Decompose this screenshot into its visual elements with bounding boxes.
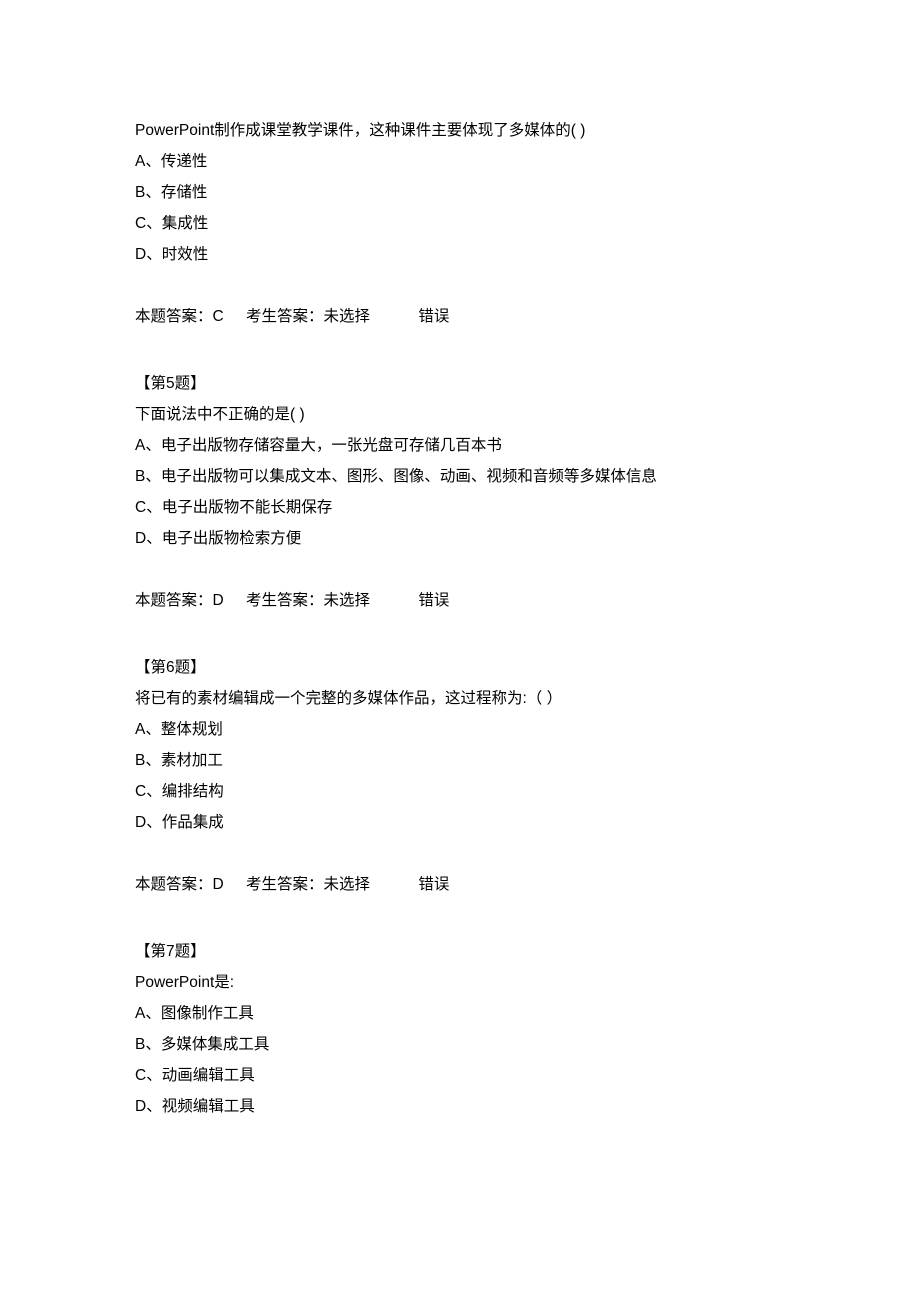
question-header: 【第5题】 (135, 368, 785, 399)
option-a: A、图像制作工具 (135, 998, 785, 1029)
correct-answer: 本题答案：D (135, 585, 224, 616)
option-d: D、视频编辑工具 (135, 1091, 785, 1122)
correct-answer: 本题答案：C (135, 301, 224, 332)
question-5: 【第5题】 下面说法中不正确的是( ) A、电子出版物存储容量大，一张光盘可存储… (135, 368, 785, 616)
option-c: C、编排结构 (135, 776, 785, 807)
option-c: C、动画编辑工具 (135, 1060, 785, 1091)
option-c: C、电子出版物不能长期保存 (135, 492, 785, 523)
question-stem: PowerPoint制作成课堂教学课件，这种课件主要体现了多媒体的( ) (135, 115, 785, 146)
question-7: 【第7题】 PowerPoint是: A、图像制作工具 B、多媒体集成工具 C、… (135, 936, 785, 1122)
question-stem: 下面说法中不正确的是( ) (135, 399, 785, 430)
option-b: B、多媒体集成工具 (135, 1029, 785, 1060)
option-b: B、素材加工 (135, 745, 785, 776)
candidate-answer: 考生答案：未选择 (246, 869, 370, 900)
question-stem: PowerPoint是: (135, 967, 785, 998)
option-d: D、时效性 (135, 239, 785, 270)
candidate-answer: 考生答案：未选择 (246, 585, 370, 616)
correct-answer: 本题答案：D (135, 869, 224, 900)
question-header: 【第6题】 (135, 652, 785, 683)
result-status: 错误 (418, 585, 449, 616)
result-status: 错误 (418, 301, 449, 332)
option-a: A、电子出版物存储容量大，一张光盘可存储几百本书 (135, 430, 785, 461)
answer-row: 本题答案：D 考生答案：未选择 错误 (135, 869, 785, 900)
option-b: B、电子出版物可以集成文本、图形、图像、动画、视频和音频等多媒体信息 (135, 461, 785, 492)
question-stem: 将已有的素材编辑成一个完整的多媒体作品，这过程称为:（ ） (135, 683, 785, 714)
option-a: A、整体规划 (135, 714, 785, 745)
candidate-answer: 考生答案：未选择 (246, 301, 370, 332)
option-c: C、集成性 (135, 208, 785, 239)
question-4-partial: PowerPoint制作成课堂教学课件，这种课件主要体现了多媒体的( ) A、传… (135, 115, 785, 332)
document-content: PowerPoint制作成课堂教学课件，这种课件主要体现了多媒体的( ) A、传… (0, 0, 920, 1122)
question-header: 【第7题】 (135, 936, 785, 967)
option-b: B、存储性 (135, 177, 785, 208)
option-a: A、传递性 (135, 146, 785, 177)
option-d: D、电子出版物检索方便 (135, 523, 785, 554)
question-6: 【第6题】 将已有的素材编辑成一个完整的多媒体作品，这过程称为:（ ） A、整体… (135, 652, 785, 900)
result-status: 错误 (418, 869, 449, 900)
answer-row: 本题答案：D 考生答案：未选择 错误 (135, 585, 785, 616)
option-d: D、作品集成 (135, 807, 785, 838)
answer-row: 本题答案：C 考生答案：未选择 错误 (135, 301, 785, 332)
